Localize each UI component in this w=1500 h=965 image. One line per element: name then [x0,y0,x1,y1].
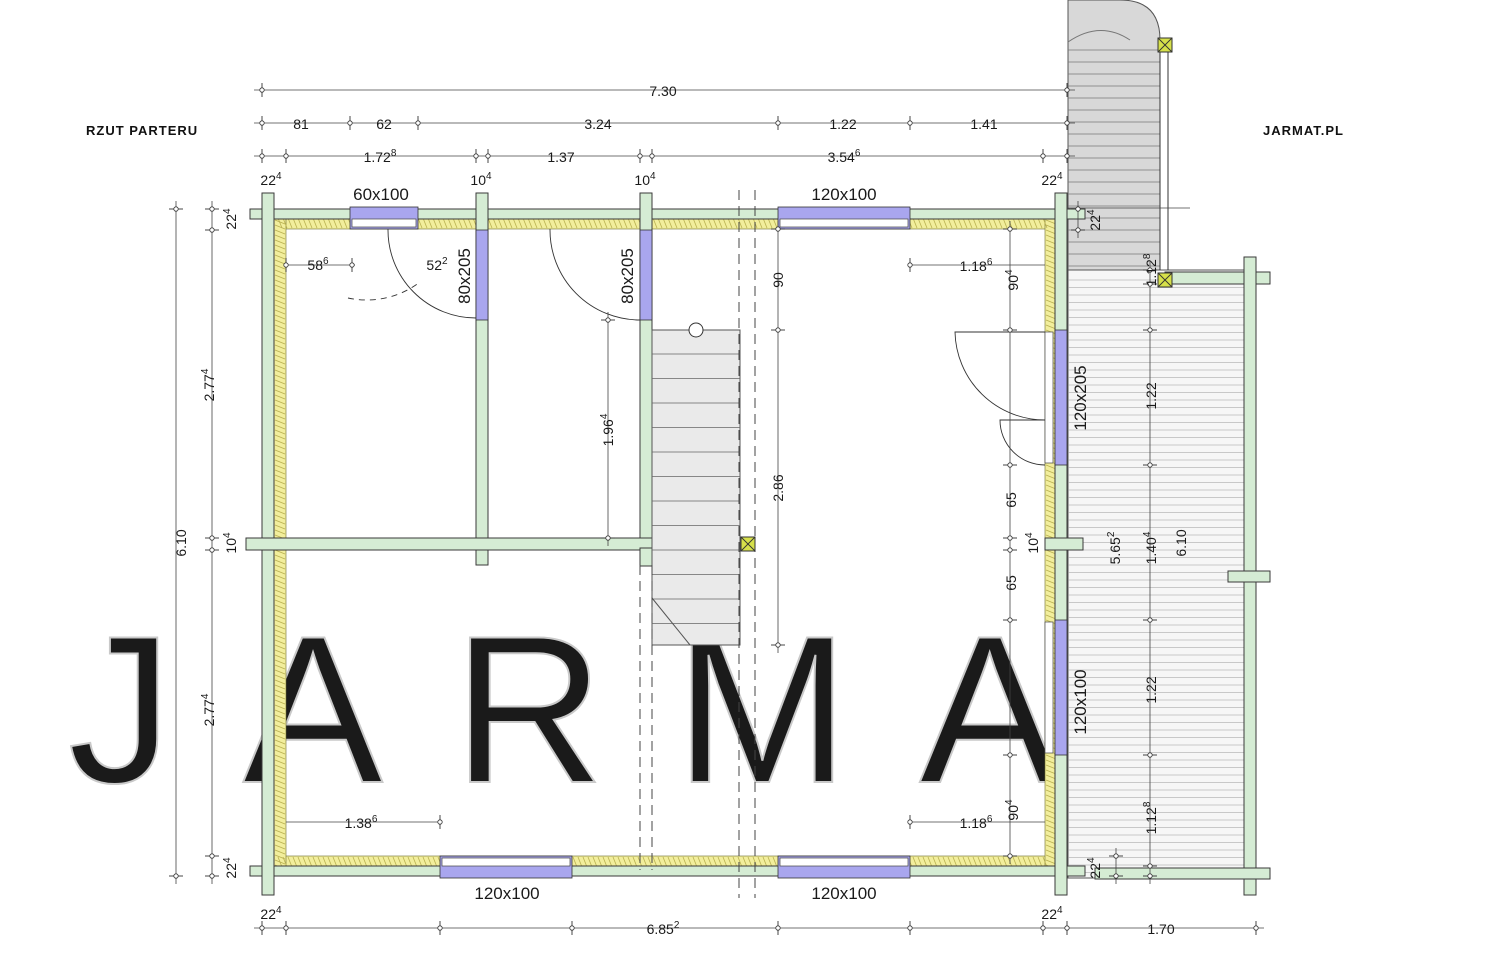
internal-staircase [651,322,741,646]
dim-90: 90 [770,272,786,288]
dim-1386: 1.386 [345,814,378,831]
dim-left-5: 224 [222,857,239,879]
label-win-top-right: 120x100 [811,185,876,204]
dim-65-b: 65 [1003,575,1019,591]
dim-top-3: 3.24 [584,116,611,132]
dim-wall-4: 224 [1041,171,1063,188]
dim-286: 2.86 [770,474,786,501]
dim-top-2: 62 [376,116,392,132]
dim-terrace-122-a: 1.22 [1143,382,1159,409]
dim-904-top: 904 [1004,269,1021,291]
label-door-a: 80x205 [455,248,474,304]
dim-bottom-mark-2: 224 [1041,905,1063,922]
dim-bottom-mark-1: 224 [260,905,282,922]
dim-wall-3: 104 [634,171,656,188]
label-win-right: 120x100 [1071,669,1090,734]
dim-terrace-610: 6.10 [1173,529,1189,556]
dim-1964: 1.964 [599,413,616,446]
dim-left-total: 6.10 [173,529,189,556]
dim-wall-2: 104 [470,171,492,188]
dim-65-a: 65 [1003,492,1019,508]
dim-mid-1: 1.728 [364,148,397,165]
dim-left-3: 104 [222,532,239,554]
dim-top-4: 1.22 [829,116,856,132]
terrace-deck [1067,269,1249,879]
dim-586: 586 [307,256,329,273]
dim-top-1: 81 [293,116,309,132]
label-win-bottom-right: 120x100 [811,884,876,903]
dim-terrace-122-b: 1.22 [1143,676,1159,703]
dim-mid-3: 3.546 [828,148,861,165]
dim-total-top: 7.30 [649,83,676,99]
label-door-entry: 120x205 [1071,365,1090,430]
dim-1186-bottom: 1.186 [960,814,993,831]
dim-bottom-terrace: 1.70 [1147,921,1174,937]
label-win-top-left: 60x100 [353,185,409,204]
label-win-bottom-left: 120x100 [474,884,539,903]
dim-1186-top: 1.186 [960,257,993,274]
dim-top-5: 1.41 [970,116,997,132]
dim-wall-1: 224 [260,171,282,188]
dim-522: 522 [426,256,448,273]
dim-left-1: 224 [222,208,239,230]
floor-plan-drawing: JARMAT 7.30 81 62 3.24 1.22 1.41 1.728 1… [67,0,1271,937]
dim-mid-2: 1.37 [547,149,574,165]
external-stair [1067,0,1169,271]
label-door-b: 80x205 [618,248,637,304]
dim-bottom-total: 6.852 [647,920,680,937]
dim-left-2: 2.774 [200,368,217,401]
dim-104-right: 104 [1024,532,1041,554]
